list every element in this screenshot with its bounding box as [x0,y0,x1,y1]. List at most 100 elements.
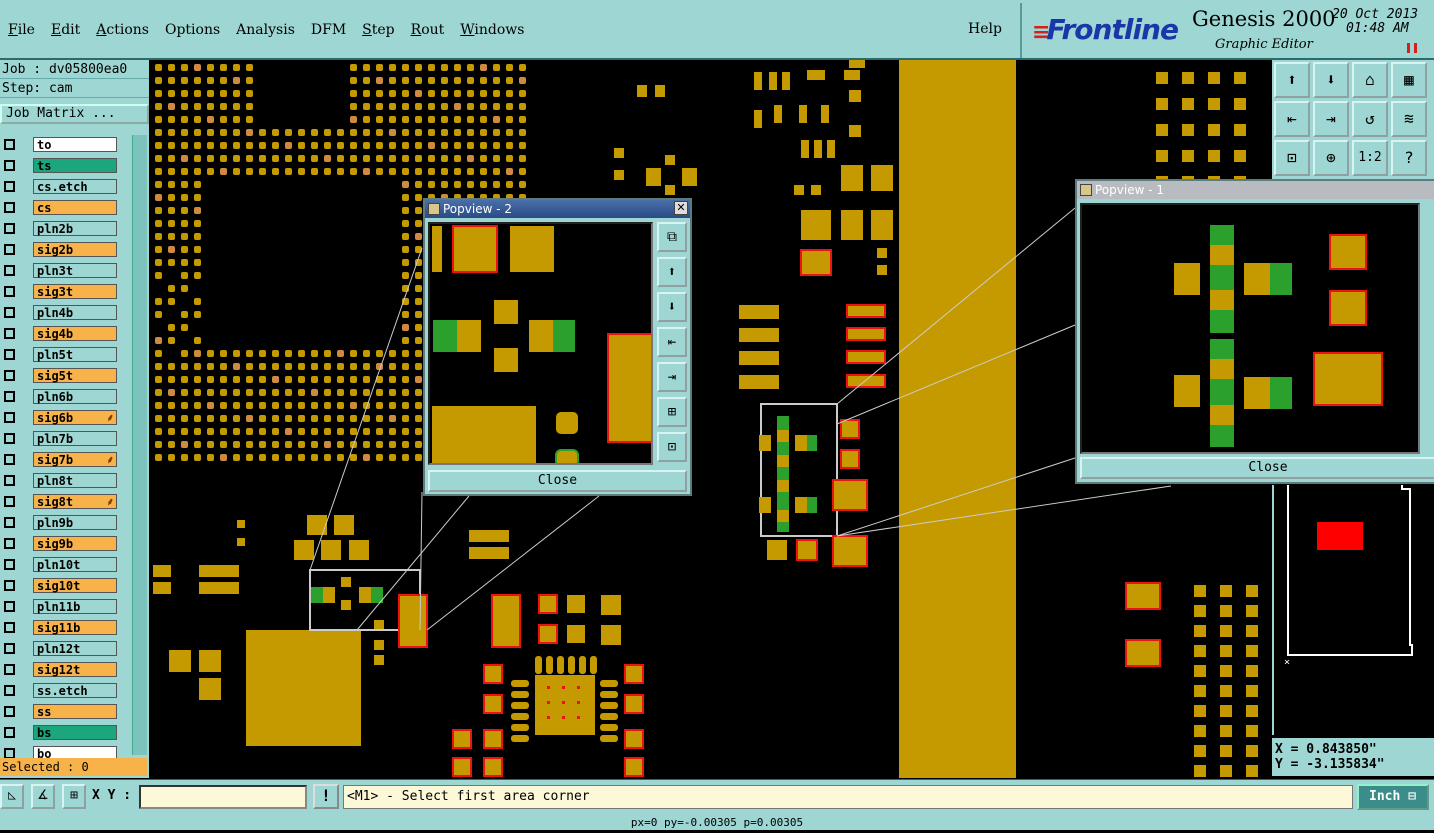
layer-name[interactable]: pln12t [33,641,117,656]
layer-name[interactable]: pln2b [33,221,117,236]
layer-checkbox[interactable] [4,391,15,402]
layer-row-sig7b[interactable]: sig7b ⸙ [0,450,132,471]
layer-name[interactable]: pln9b [33,515,117,530]
layer-row-pln3t[interactable]: pln3t [0,261,132,282]
layer-row-sig4b[interactable]: sig4b [0,324,132,345]
layer-row-to[interactable]: to [0,135,132,156]
layer-checkbox[interactable] [4,181,15,192]
layer-name[interactable]: pln11b [33,599,117,614]
layer-row-sig2b[interactable]: sig2b [0,240,132,261]
layer-checkbox[interactable] [4,580,15,591]
close-icon[interactable]: ✕ [674,201,688,215]
popview-1-close-button[interactable]: Close [1080,457,1434,479]
layer-name[interactable]: sig6b ⸙ [33,410,117,425]
menu-rout[interactable]: Rout [403,20,453,42]
pan-right-icon[interactable]: ⇥ [1313,101,1349,137]
popview-pan-up-icon[interactable]: ⬆ [657,257,687,287]
layer-name[interactable]: pln5t [33,347,117,362]
layer-checkbox[interactable] [4,601,15,612]
layer-checkbox[interactable] [4,643,15,654]
layer-checkbox[interactable] [4,244,15,255]
layer-row-pln5t[interactable]: pln5t [0,345,132,366]
layer-checkbox[interactable] [4,160,15,171]
layer-name[interactable]: sig11b [33,620,117,635]
overview-map[interactable]: × [1272,485,1434,735]
layer-checkbox[interactable] [4,370,15,381]
measure-icon[interactable]: ◺ [0,784,24,809]
layer-name[interactable]: ss [33,704,117,719]
layer-row-pln4b[interactable]: pln4b [0,303,132,324]
layer-name[interactable]: sig8t ⸙ [33,494,117,509]
grid-icon[interactable]: ⊞ [62,784,86,809]
layer-checkbox[interactable] [4,223,15,234]
layer-row-pln10t[interactable]: pln10t [0,555,132,576]
menu-edit[interactable]: Edit [43,20,88,42]
help-menu[interactable]: Help [968,21,1002,37]
layer-row-ss-etch[interactable]: ss.etch [0,681,132,702]
layer-name[interactable]: to [33,137,117,152]
layer-checkbox[interactable] [4,517,15,528]
menu-step[interactable]: Step [354,20,402,42]
layer-name[interactable]: bs [33,725,117,740]
layer-row-sig12t[interactable]: sig12t [0,660,132,681]
layer-name[interactable]: sig5t [33,368,117,383]
layer-name[interactable]: cs [33,200,117,215]
zoom-out-icon[interactable]: ⊕ [1313,140,1349,176]
layer-checkbox[interactable] [4,685,15,696]
layer-checkbox[interactable] [4,454,15,465]
layer-name[interactable]: sig2b [33,242,117,257]
layer-row-sig10t[interactable]: sig10t [0,576,132,597]
xy-input[interactable] [139,785,307,809]
layer-scrollbar[interactable] [132,135,147,755]
zoom-home-icon[interactable]: ⬆ [1274,62,1310,98]
redraw-icon[interactable]: ↺ [1352,101,1388,137]
layer-row-cs-etch[interactable]: cs.etch [0,177,132,198]
layer-name[interactable]: ts [33,158,117,173]
layer-name[interactable]: pln7b [33,431,117,446]
layer-row-pln8t[interactable]: pln8t [0,471,132,492]
zoom-fit-icon[interactable]: ⊡ [1274,140,1310,176]
zoom-1-2-icon[interactable]: 1:2 [1352,140,1388,176]
layer-checkbox[interactable] [4,496,15,507]
layer-row-sig5t[interactable]: sig5t [0,366,132,387]
layer-name[interactable]: sig4b [33,326,117,341]
layer-row-pln12t[interactable]: pln12t [0,639,132,660]
layer-checkbox[interactable] [4,328,15,339]
menu-windows[interactable]: Windows [452,20,532,42]
menu-dfm[interactable]: DFM [303,20,354,42]
home-icon[interactable]: ⌂ [1352,62,1388,98]
layer-row-pln2b[interactable]: pln2b [0,219,132,240]
popview-1-titlebar[interactable]: Popview - 1 [1077,181,1434,199]
job-matrix-button[interactable]: Job Matrix ... [0,104,149,124]
snap-angle-icon[interactable]: ∡ [31,784,55,809]
layer-row-sig3t[interactable]: sig3t [0,282,132,303]
layer-checkbox[interactable] [4,307,15,318]
layer-name[interactable]: sig9b [33,536,117,551]
snap-icon[interactable]: ≋ [1391,101,1427,137]
layer-checkbox[interactable] [4,265,15,276]
layer-checkbox[interactable] [4,202,15,213]
layer-name[interactable]: pln8t [33,473,117,488]
popview-pan-left-icon[interactable]: ⇤ [657,327,687,357]
layer-row-sig8t[interactable]: sig8t ⸙ [0,492,132,513]
layer-checkbox[interactable] [4,538,15,549]
pan-left-icon[interactable]: ⇤ [1274,101,1310,137]
layer-name[interactable]: pln4b [33,305,117,320]
layer-name[interactable]: pln6b [33,389,117,404]
layer-row-pln9b[interactable]: pln9b [0,513,132,534]
overview-icon[interactable]: ▦ [1391,62,1427,98]
layer-name[interactable]: pln10t [33,557,117,572]
unit-select[interactable]: Inch ⊟ [1357,784,1429,810]
layer-checkbox[interactable] [4,139,15,150]
menu-analysis[interactable]: Analysis [228,20,303,42]
layer-row-cs[interactable]: cs [0,198,132,219]
layer-name[interactable]: sig3t [33,284,117,299]
popview-1-canvas[interactable] [1080,203,1420,454]
popview-2-close-button[interactable]: Close [428,470,687,492]
layer-checkbox[interactable] [4,286,15,297]
layer-name[interactable]: pln3t [33,263,117,278]
layer-name[interactable]: ss.etch [33,683,117,698]
popview-zoom-out-icon[interactable]: ⊡ [657,432,687,462]
layer-row-pln11b[interactable]: pln11b [0,597,132,618]
layer-checkbox[interactable] [4,433,15,444]
